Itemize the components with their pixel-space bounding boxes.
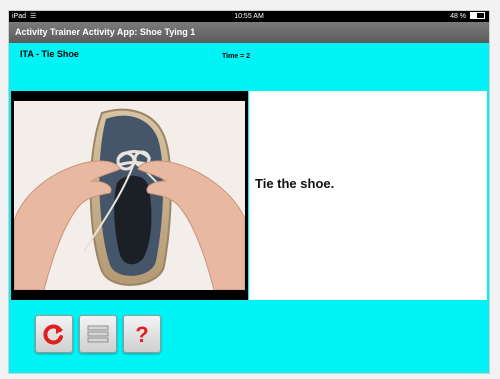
instruction-panel: Tie the shoe.	[249, 91, 487, 300]
activity-area: ITA - Tie Shoe Time = 2 Tie the shoe. ?	[9, 43, 489, 373]
list-button[interactable]	[79, 315, 117, 353]
status-bar: iPad ☰ 10:55 AM 48 %	[9, 11, 489, 22]
title-bar: Activity Trainer Activity App: Shoe Tyin…	[9, 22, 489, 43]
ipad-screen: iPad ☰ 10:55 AM 48 % Activity Trainer Ac…	[8, 10, 490, 374]
list-icon	[87, 325, 109, 343]
battery-percent: 48 %	[450, 13, 467, 20]
timer: Time = 2	[222, 53, 251, 60]
question-mark-icon: ?	[135, 322, 148, 347]
help-button[interactable]: ?	[123, 315, 161, 353]
instruction-text: Tie the shoe.	[255, 176, 335, 191]
restart-button[interactable]	[35, 315, 73, 353]
refresh-icon	[43, 324, 63, 345]
app-title: Activity Trainer Activity App: Shoe Tyin…	[15, 27, 196, 37]
status-time: 10:55 AM	[234, 13, 264, 20]
shoe-illustration	[14, 101, 245, 290]
shoe-tying-photo	[14, 101, 245, 290]
battery-icon	[470, 11, 485, 19]
activity-name: ITA - Tie Shoe	[20, 49, 79, 59]
svg-text:?: ?	[135, 322, 148, 347]
activity-photo-frame	[11, 91, 248, 300]
